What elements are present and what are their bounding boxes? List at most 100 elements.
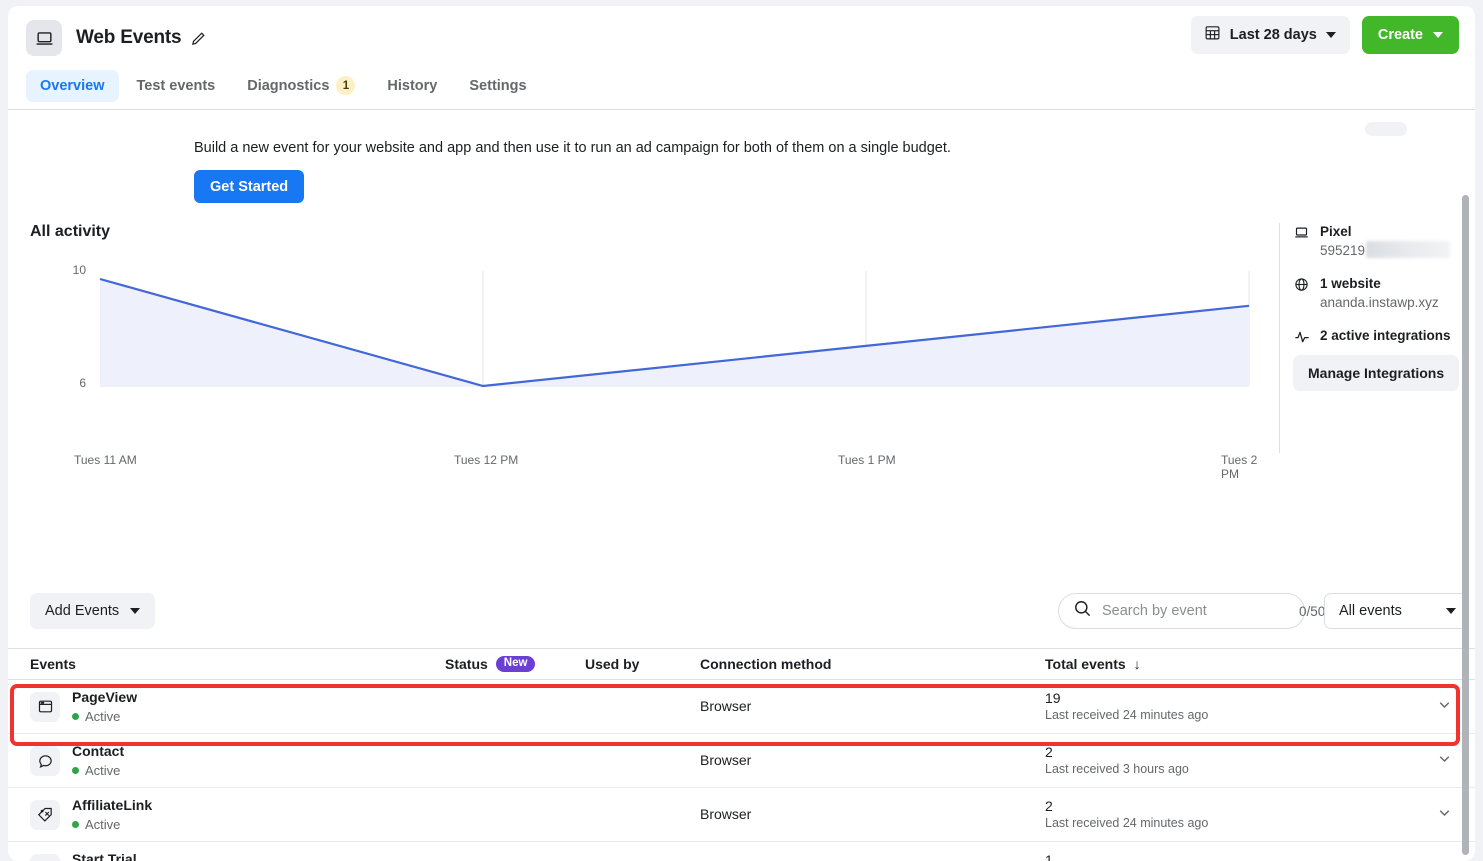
status-badge: Active <box>72 762 124 779</box>
tab-label: Diagnostics <box>247 78 329 94</box>
integrations-info-block: 2 active integrations Manage Integration… <box>1293 327 1475 391</box>
total-events-value: 1 <box>1045 852 1475 861</box>
column-header-total-events[interactable]: Total events ↓ <box>1045 656 1475 672</box>
tag-icon <box>30 800 60 830</box>
website-count-label: 1 website <box>1320 275 1439 293</box>
column-header-total-events-label: Total events <box>1045 656 1126 672</box>
add-events-label: Add Events <box>45 603 119 619</box>
table-row[interactable]: Start TrialActiveBrowser1Last received 2… <box>8 842 1475 861</box>
chevron-down-icon <box>1326 32 1336 38</box>
last-received-text: Last received 3 hours ago <box>1045 761 1475 778</box>
redaction-blur <box>1366 241 1450 258</box>
activity-chart: 10 6 Tues 11 AM Tues 12 PM Tues 1 PM Tue… <box>8 271 1273 421</box>
globe-icon <box>1293 275 1310 292</box>
activity-title: All activity <box>30 223 110 241</box>
date-range-selector[interactable]: Last 28 days <box>1191 16 1350 54</box>
column-header-status: Status New <box>445 656 585 673</box>
table-row[interactable]: ContactActiveBrowser2Last received 3 hou… <box>8 734 1475 788</box>
table-header-row: Events Status New Used by Connection met… <box>8 648 1475 680</box>
event-name: Contact <box>72 743 124 759</box>
tab-label: Settings <box>469 78 526 94</box>
total-events-value: 19 <box>1045 690 1475 707</box>
status-label: Active <box>85 708 120 725</box>
main-content-card: Build a new event for your website and a… <box>8 110 1475 861</box>
connection-method-value: Browser <box>700 698 751 714</box>
clock-icon <box>30 854 60 861</box>
event-name: Start Trial <box>72 851 137 861</box>
pixel-id: 595219 <box>1320 241 1450 260</box>
total-events-cell: 2Last received 24 minutes ago <box>1045 798 1475 832</box>
page-title: Web Events <box>76 27 181 49</box>
create-button[interactable]: Create <box>1362 16 1459 54</box>
browser-window-icon <box>30 692 60 722</box>
x-axis-tick-1: Tues 12 PM <box>454 453 518 467</box>
status-dot-icon <box>72 713 79 720</box>
tab-overview[interactable]: Overview <box>26 70 119 102</box>
header-top-bar: Web Events <box>8 6 1475 56</box>
calendar-icon <box>1204 24 1221 46</box>
website-domain: ananda.instawp.xyz <box>1320 293 1439 312</box>
chevron-down-icon <box>1446 608 1456 614</box>
tab-bar: Overview Test events Diagnostics 1 History Se… <box>8 56 1475 103</box>
get-started-button[interactable]: Get Started <box>194 170 304 203</box>
total-events-cell: 19Last received 24 minutes ago <box>1045 690 1475 724</box>
status-label: Active <box>85 816 120 833</box>
header-actions: Last 28 days Create <box>1191 16 1459 54</box>
column-header-events: Events <box>30 656 445 672</box>
create-button-label: Create <box>1378 27 1423 43</box>
laptop-icon <box>26 20 62 56</box>
event-filter-dropdown[interactable]: All events <box>1324 593 1469 629</box>
search-box[interactable]: 0/50 <box>1058 593 1305 629</box>
add-events-button[interactable]: Add Events <box>30 593 155 629</box>
tab-settings[interactable]: Settings <box>455 70 540 102</box>
total-events-cell: 1Last received 2 hours ago <box>1045 852 1475 861</box>
column-header-used-by: Used by <box>585 656 700 672</box>
event-name: AffiliateLink <box>72 797 152 813</box>
tab-label: Test events <box>137 78 216 94</box>
row-expand-chevron-icon[interactable] <box>1436 858 1453 861</box>
row-expand-chevron-icon[interactable] <box>1436 750 1453 772</box>
event-cell: Start TrialActive <box>30 851 445 861</box>
x-axis-tick-3: Tues 2 PM <box>1221 453 1273 481</box>
total-events-value: 2 <box>1045 798 1475 815</box>
tab-test-events[interactable]: Test events <box>123 70 230 102</box>
speech-bubble-icon <box>30 746 60 776</box>
status-badge: Active <box>72 708 137 725</box>
last-received-text: Last received 24 minutes ago <box>1045 707 1475 724</box>
tab-history[interactable]: History <box>373 70 451 102</box>
row-expand-chevron-icon[interactable] <box>1436 696 1453 718</box>
event-cell: PageView Active <box>30 689 445 725</box>
tab-label: History <box>387 78 437 94</box>
scrollbar-thumb[interactable] <box>1462 195 1469 855</box>
date-range-label: Last 28 days <box>1230 27 1317 43</box>
tab-diagnostics[interactable]: Diagnostics 1 <box>233 68 369 103</box>
row-expand-chevron-icon[interactable] <box>1436 804 1453 826</box>
pencil-icon[interactable] <box>190 30 207 47</box>
search-input[interactable] <box>1102 603 1289 619</box>
status-dot-icon <box>72 767 79 774</box>
manage-integrations-button[interactable]: Manage Integrations <box>1293 355 1459 391</box>
events-table: Events Status New Used by Connection met… <box>8 648 1475 861</box>
event-cell: Contact Active <box>30 743 445 779</box>
status-dot-icon <box>72 821 79 828</box>
website-info-block: 1 website ananda.instawp.xyz <box>1293 275 1475 312</box>
panel-divider <box>1279 223 1280 453</box>
page-root: Web Events <box>0 0 1483 861</box>
connection-method-cell: Browser <box>700 698 1045 716</box>
search-character-counter: 0/50 <box>1299 604 1325 619</box>
promo-banner: Build a new event for your website and a… <box>8 110 1475 203</box>
event-name: PageView <box>72 689 137 705</box>
search-icon <box>1073 599 1092 623</box>
total-events-cell: 2Last received 3 hours ago <box>1045 744 1475 778</box>
header-card: Web Events <box>8 6 1475 110</box>
table-row[interactable]: PageView Active Browser 19Last received 24 … <box>8 680 1475 734</box>
table-row[interactable]: AffiliateLinkActiveBrowser2Last received… <box>8 788 1475 842</box>
last-received-text: Last received 24 minutes ago <box>1045 815 1475 832</box>
promo-text: Build a new event for your website and a… <box>194 140 1475 156</box>
status-new-badge: New <box>496 656 536 673</box>
tab-badge-count: 1 <box>336 76 355 95</box>
event-filter-value: All events <box>1339 603 1402 619</box>
pixel-label: Pixel <box>1320 223 1450 241</box>
pulse-icon <box>1293 327 1310 345</box>
x-axis-tick-0: Tues 11 AM <box>74 453 137 467</box>
